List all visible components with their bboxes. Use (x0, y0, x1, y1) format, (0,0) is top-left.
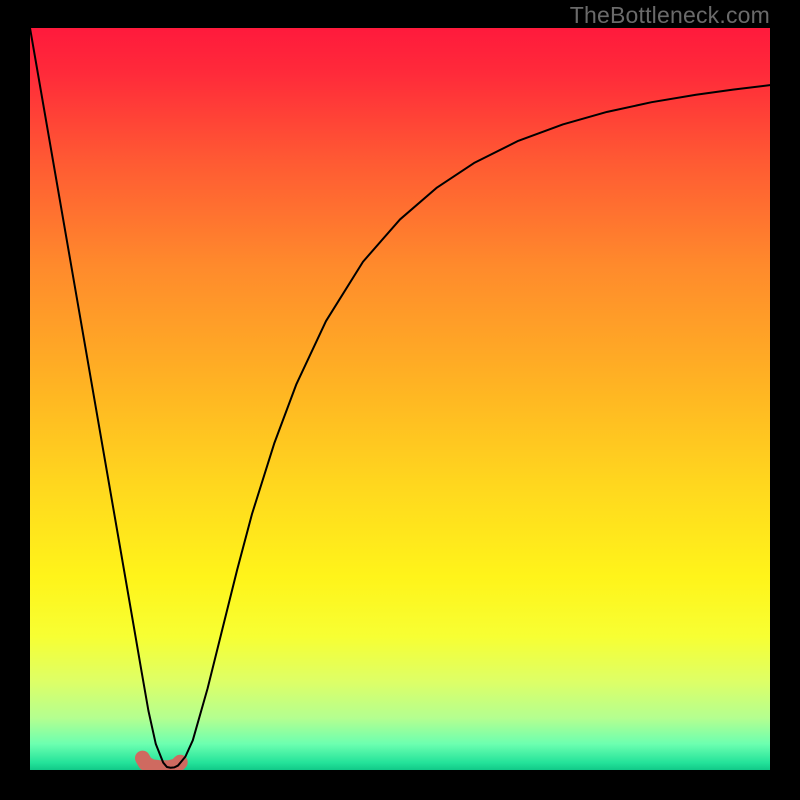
bottleneck-chart (30, 28, 770, 770)
chart-background (30, 28, 770, 770)
chart-frame (30, 28, 770, 770)
watermark-text: TheBottleneck.com (570, 2, 770, 29)
